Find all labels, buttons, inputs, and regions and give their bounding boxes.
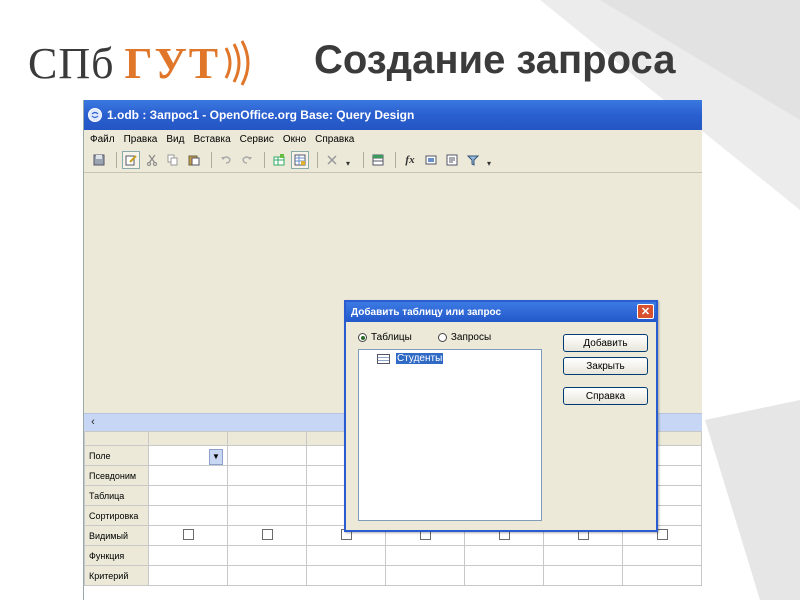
edit-mode-icon[interactable] [122,151,140,169]
grid-cell[interactable] [306,545,386,566]
toolbar-separator [116,152,117,168]
filter-icon[interactable] [464,151,482,169]
source-type-radios: Таблицы Запросы [358,332,491,343]
list-item-label: Студенты [396,353,444,364]
add-button[interactable]: Добавить [563,334,648,352]
menu-bar: Файл Правка Вид Вставка Сервис Окно Спра… [84,130,702,148]
toolbar-separator [317,152,318,168]
add-table-dialog: Добавить таблицу или запрос ✕ Таблицы За… [344,300,658,532]
grid-row-label: Псевдоним [84,465,149,486]
grid-cell[interactable] [306,565,386,586]
logo-waves-icon [224,40,250,86]
design-view-icon[interactable] [291,151,309,169]
grid-column-header[interactable] [148,431,228,446]
undo-icon[interactable] [217,151,235,169]
visible-checkbox[interactable] [656,529,668,540]
dialog-titlebar[interactable]: Добавить таблицу или запрос ✕ [346,302,656,322]
toolbar-separator [211,152,212,168]
grid-row-label: Видимый [84,525,149,546]
field-select-cell[interactable]: ▼ [148,445,228,466]
grid-row-label: Функция [84,545,149,566]
list-item[interactable]: Студенты [377,353,444,364]
menu-insert[interactable]: Вставка [193,134,230,145]
grid-cell [148,525,228,546]
grid-cell[interactable] [385,565,465,586]
menu-tools[interactable]: Сервис [240,134,274,145]
grid-cell[interactable] [148,485,228,506]
close-icon[interactable]: ✕ [637,304,654,319]
radio-queries[interactable] [437,333,447,342]
grid-row-label: Таблица [84,485,149,506]
spbgut-logo: СПб ГУТ [28,38,256,88]
visible-checkbox[interactable] [261,529,273,540]
chevron-down-icon[interactable]: ▾ [485,152,493,168]
grid-cell [227,525,307,546]
grid-cell[interactable] [227,465,307,486]
grid-cell[interactable] [464,545,544,566]
menu-view[interactable]: Вид [166,134,184,145]
grid-row-criteria: Критерий [84,565,702,586]
radio-tables[interactable] [358,333,367,342]
redo-icon[interactable] [238,151,256,169]
grid-cell[interactable] [148,505,228,526]
logo-spb-text: СПб [28,38,115,88]
distinct-values-icon[interactable] [443,151,461,169]
slide-title: Создание запроса [314,38,676,82]
save-icon[interactable] [90,151,108,169]
openoffice-app-icon [88,108,102,122]
grid-cell[interactable] [148,565,228,586]
grid-cell[interactable] [148,465,228,486]
functions-icon[interactable]: fx [401,151,419,169]
alias-icon[interactable] [422,151,440,169]
grid-column-header[interactable] [227,431,307,446]
grid-row-label: Критерий [84,565,149,586]
grid-cell[interactable] [227,485,307,506]
copy-icon[interactable] [164,151,182,169]
menu-edit[interactable]: Правка [124,134,158,145]
chevron-down-icon[interactable]: ▾ [344,152,352,168]
grid-row-label: Поле [84,445,149,466]
dialog-title: Добавить таблицу или запрос [351,306,502,318]
grid-cell[interactable] [227,545,307,566]
menu-file[interactable]: Файл [90,134,115,145]
query-design-toolbar: ▾ fx ▾ [84,148,702,173]
cut-icon[interactable] [143,151,161,169]
radio-tables-label[interactable]: Таблицы [371,332,412,343]
logo-gut-text: ГУТ [124,38,221,88]
chevron-down-icon[interactable]: ▼ [209,448,223,465]
grid-row-function: Функция [84,545,702,566]
grid-cell[interactable] [622,565,702,586]
radio-selected-dot [360,335,365,340]
scroll-left-icon[interactable]: ‹ [86,415,100,429]
grid-cell[interactable] [543,545,623,566]
tables-list[interactable]: Студенты [358,349,542,521]
close-button[interactable]: Закрыть [563,357,648,375]
table-icon [377,353,390,364]
toolbar-separator [395,152,396,168]
grid-row-label: Сортировка [84,505,149,526]
radio-queries-label[interactable]: Запросы [451,332,491,343]
menu-help[interactable]: Справка [315,134,354,145]
menu-window[interactable]: Окно [283,134,306,145]
grid-cell[interactable] [148,545,228,566]
visible-checkbox[interactable] [182,529,194,540]
grid-corner [84,431,149,446]
run-query-icon[interactable] [323,151,341,169]
toolbar-separator [264,152,265,168]
paste-icon[interactable] [185,151,203,169]
grid-cell[interactable] [464,565,544,586]
grid-cell[interactable] [227,565,307,586]
grid-cell[interactable] [227,505,307,526]
add-tables-icon[interactable] [270,151,288,169]
window-titlebar[interactable]: 1.odb : Запрос1 - OpenOffice.org Base: Q… [84,100,702,130]
help-button[interactable]: Справка [563,387,648,405]
grid-cell[interactable] [543,565,623,586]
window-title: 1.odb : Запрос1 - OpenOffice.org Base: Q… [107,108,415,122]
toolbar-separator [363,152,364,168]
grid-cell[interactable] [622,545,702,566]
grid-cell[interactable] [385,545,465,566]
table-names-icon[interactable] [369,151,387,169]
grid-cell[interactable] [227,445,307,466]
